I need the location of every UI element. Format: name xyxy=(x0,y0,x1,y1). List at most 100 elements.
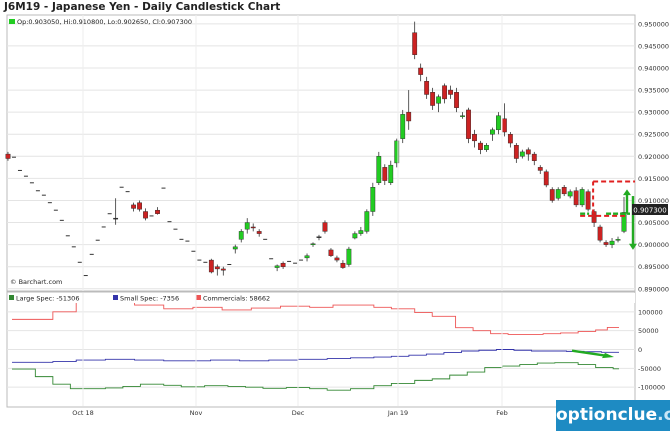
candle-body xyxy=(490,129,495,135)
cot-y-tick-label: 50000 xyxy=(638,327,659,335)
ohlc-legend: Op:0.903050, Hi:0.910800, Lo:0.902650, C… xyxy=(17,18,192,26)
candle-body xyxy=(113,217,119,220)
candle-body xyxy=(615,239,621,241)
price-y-tick-label: 0.945000 xyxy=(638,42,669,50)
price-y-tick-label: 0.925000 xyxy=(638,131,669,139)
brand-name: optionclue xyxy=(556,405,658,425)
chart-svg: 0.890000 0.895000 0.900000 0.905000 0.910000… xyxy=(5,14,669,417)
candle-body xyxy=(328,249,334,256)
cot-legend: Large Spec: -51306 Small Spec: -7356 Comme… xyxy=(8,293,635,303)
candle-body xyxy=(454,92,459,108)
candle-body xyxy=(597,226,603,241)
brand-watermark: optionclue.com xyxy=(556,400,670,431)
candle-body xyxy=(358,230,364,234)
price-y-tick-label: 0.910000 xyxy=(638,197,669,205)
candle-body xyxy=(501,118,507,133)
price-plot-area xyxy=(6,14,636,292)
x-tick-label: Jan 19 xyxy=(387,409,408,417)
candle-body xyxy=(513,145,519,159)
x-tick-label: Oct 18 xyxy=(72,409,94,417)
price-y-tick-label: 0.915000 xyxy=(638,175,669,183)
candle-body xyxy=(478,142,483,150)
candle-body xyxy=(507,134,513,144)
cot-legend-swatch xyxy=(113,295,118,300)
candle-body xyxy=(406,111,412,122)
cot-pane: -100000 -50000 0 50000 100000 Large Spec: -5… xyxy=(6,291,665,408)
price-pane: 0.890000 0.895000 0.900000 0.905000 0.910000… xyxy=(5,14,669,293)
candle-body xyxy=(543,171,549,186)
candle-body xyxy=(525,149,531,155)
candle-body xyxy=(519,151,525,157)
candle-body xyxy=(214,266,220,270)
candle-body xyxy=(436,96,442,104)
price-y-tick-label: 0.935000 xyxy=(638,87,669,95)
cot-legend-bg xyxy=(8,293,635,303)
credit-text: © Barchart.com xyxy=(10,278,62,286)
candle-body xyxy=(561,187,567,195)
candle-body xyxy=(208,259,214,273)
cot-legend-swatch xyxy=(9,295,14,300)
candle-body xyxy=(364,211,370,232)
candle-body xyxy=(496,115,501,131)
candle-body xyxy=(310,243,316,245)
candle-body xyxy=(304,255,310,259)
candle-body xyxy=(567,191,573,197)
candle-body xyxy=(424,81,430,95)
cot-y-tick-label: -50000 xyxy=(638,365,661,373)
candle-body xyxy=(382,167,388,181)
price-y-axis: 0.890000 0.895000 0.900000 0.905000 0.910000… xyxy=(638,20,669,293)
candle-body xyxy=(400,114,406,139)
candle-body xyxy=(250,226,256,229)
candle-body xyxy=(412,32,418,55)
x-tick-label: Nov xyxy=(190,409,203,417)
candle-body xyxy=(466,109,471,139)
last-price-tag: 0.907300 xyxy=(632,204,668,215)
cot-y-tick-label: 100000 xyxy=(638,308,663,316)
candle-body xyxy=(370,187,376,212)
price-y-tick-label: 0.920000 xyxy=(638,153,669,161)
candle-body xyxy=(460,115,465,117)
candle-body xyxy=(5,153,11,159)
price-y-tick-label: 0.930000 xyxy=(638,109,669,117)
candle-body xyxy=(555,189,561,199)
candle-body xyxy=(472,134,477,142)
candle-body xyxy=(537,167,543,171)
candle-body xyxy=(549,189,555,201)
cot-y-axis: -100000 -50000 0 50000 100000 xyxy=(638,308,665,391)
candle-body xyxy=(340,262,346,268)
candle-body xyxy=(484,145,489,150)
candle-body xyxy=(603,242,609,245)
candle-body xyxy=(143,211,148,219)
price-y-tick-label: 0.905000 xyxy=(638,219,669,227)
candle-body xyxy=(334,257,340,261)
cot-y-tick-label: 0 xyxy=(638,346,642,354)
brand-suffix: .com xyxy=(657,405,670,425)
price-y-tick-label: 0.890000 xyxy=(638,285,669,293)
cot-legend-label: Large Spec: -51306 xyxy=(16,295,79,303)
candle-body xyxy=(448,89,453,95)
candle-body xyxy=(238,231,244,240)
candle-body xyxy=(531,153,537,161)
candle-body xyxy=(376,156,382,184)
candle-body xyxy=(442,85,447,100)
price-y-tick-label: 0.895000 xyxy=(638,263,669,271)
candle-body xyxy=(131,204,136,209)
candle-body xyxy=(232,246,238,250)
candle-body xyxy=(244,222,250,230)
candle-body xyxy=(609,240,615,245)
cot-legend-label: Commercials: 58662 xyxy=(203,295,270,303)
candle-body xyxy=(579,189,585,206)
legend-color-box xyxy=(9,19,15,24)
last-price-label: 0.907300 xyxy=(633,207,666,215)
cot-y-tick-label: -100000 xyxy=(638,384,665,392)
candle-body xyxy=(346,248,352,265)
price-y-tick-label: 0.900000 xyxy=(638,241,669,249)
candle-body xyxy=(322,222,328,232)
cot-legend-swatch xyxy=(196,295,201,300)
price-y-tick-label: 0.940000 xyxy=(638,64,669,72)
candle-body xyxy=(573,190,579,206)
candle-body xyxy=(388,164,394,184)
candle-body xyxy=(585,191,591,210)
price-y-tick-label: 0.950000 xyxy=(638,20,669,28)
candle-body xyxy=(256,231,262,234)
